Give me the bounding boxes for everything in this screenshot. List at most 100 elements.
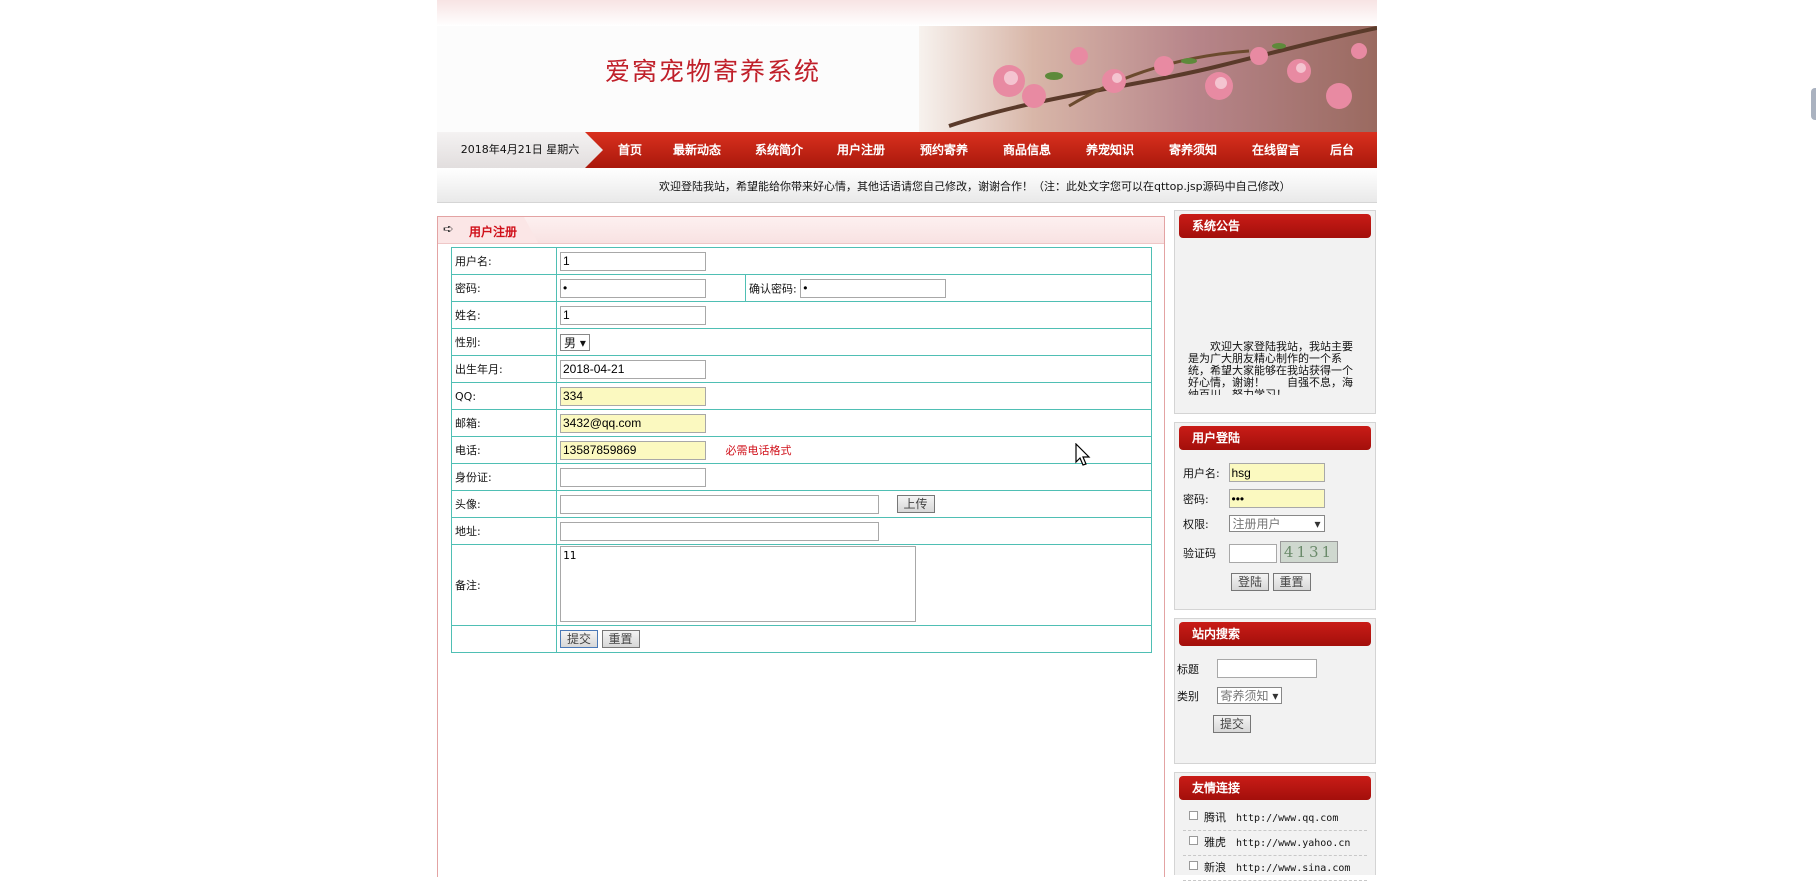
email-input[interactable] bbox=[560, 413, 706, 433]
link-url: http://www.sina.com bbox=[1236, 863, 1351, 874]
phone-hint: 必需电话格式 bbox=[725, 444, 792, 457]
remark-textarea[interactable]: 11 bbox=[560, 545, 916, 622]
welcome-bar: 欢迎登陆我站，希望能给你带来好心情，其他话语请您自己修改，谢谢合作！（注：此处文… bbox=[437, 168, 1377, 203]
address-input[interactable] bbox=[560, 521, 879, 541]
bullet-icon bbox=[1189, 836, 1198, 845]
link-name: 腾讯 bbox=[1204, 811, 1226, 824]
main-nav: 2018年4月21日 星期六 首页 最新动态 系统简介 用户注册 预约寄养 商品… bbox=[437, 132, 1377, 168]
qq-label: QQ: bbox=[451, 382, 557, 410]
register-panel: ➪ 用户注册 用户名: 密码: 确认密码: 姓名: 性别: bbox=[437, 216, 1165, 877]
top-strip bbox=[437, 0, 1377, 26]
link-url: http://www.qq.com bbox=[1236, 813, 1339, 824]
bullet-icon bbox=[1189, 811, 1198, 820]
search-title-row: 标题 bbox=[1177, 659, 1317, 678]
login-role-value: 注册用户 bbox=[1232, 517, 1281, 531]
login-code-label: 验证码 bbox=[1183, 547, 1216, 560]
nav-item-knowledge[interactable]: 养宠知识 bbox=[1069, 132, 1151, 168]
panel-header: ➪ 用户注册 bbox=[438, 217, 1164, 244]
gender-value: 男 bbox=[564, 335, 577, 350]
avatar-input[interactable] bbox=[560, 494, 879, 514]
flower-banner-image bbox=[919, 26, 1377, 132]
login-box: 用户登陆 用户名: 密码: 权限: 注册用户 ▾ 验证码 4131 登陆 重置 bbox=[1174, 422, 1376, 610]
search-submit-button[interactable]: 提交 bbox=[1213, 715, 1252, 733]
nav-item-news[interactable]: 最新动态 bbox=[655, 132, 739, 168]
nav-items: 首页 最新动态 系统简介 用户注册 预约寄养 商品信息 养宠知识 寄养须知 在线… bbox=[605, 132, 1367, 168]
nav-item-admin[interactable]: 后台 bbox=[1317, 132, 1367, 168]
row-password: 密码: 确认密码: bbox=[451, 274, 1152, 302]
login-pwd-label: 密码: bbox=[1183, 492, 1209, 506]
name-label: 姓名: bbox=[451, 301, 557, 329]
login-button[interactable]: 登陆 bbox=[1231, 573, 1270, 591]
row-avatar: 头像: 上传 bbox=[451, 490, 1152, 518]
notice-title: 系统公告 bbox=[1179, 214, 1371, 238]
row-birth: 出生年月: bbox=[451, 355, 1152, 383]
link-item[interactable]: 雅虎 http://www.yahoo.cn bbox=[1183, 831, 1367, 856]
password-label: 密码: bbox=[451, 274, 557, 302]
phone-input[interactable] bbox=[560, 440, 706, 460]
nav-item-guestbook[interactable]: 在线留言 bbox=[1235, 132, 1317, 168]
nav-item-home[interactable]: 首页 bbox=[605, 132, 655, 168]
links-list: 腾讯 http://www.qq.com 雅虎 http://www.yahoo.c… bbox=[1183, 806, 1367, 881]
search-title: 站内搜索 bbox=[1179, 622, 1371, 646]
login-title: 用户登陆 bbox=[1179, 426, 1371, 450]
link-item[interactable]: 新浪 http://www.sina.com bbox=[1183, 856, 1367, 881]
username-input[interactable] bbox=[560, 251, 706, 271]
captcha-input[interactable] bbox=[1228, 543, 1277, 563]
nav-item-about[interactable]: 系统简介 bbox=[739, 132, 819, 168]
search-title-input[interactable] bbox=[1216, 659, 1317, 678]
reset-button[interactable]: 重置 bbox=[601, 630, 640, 648]
login-pwd-input[interactable] bbox=[1228, 489, 1325, 508]
page: 爱窝宠物寄养系统 2018年4月21日 星期六 首页 最新动态 系统简介 用户注… bbox=[437, 0, 1377, 881]
nav-item-products[interactable]: 商品信息 bbox=[985, 132, 1069, 168]
submit-button[interactable]: 提交 bbox=[560, 630, 599, 648]
avatar-label: 头像: bbox=[451, 490, 557, 518]
banner: 爱窝宠物寄养系统 bbox=[437, 26, 1377, 132]
link-name: 雅虎 bbox=[1204, 836, 1226, 849]
nav-item-booking[interactable]: 预约寄养 bbox=[903, 132, 985, 168]
nav-item-register[interactable]: 用户注册 bbox=[819, 132, 903, 168]
welcome-text: 欢迎登陆我站，希望能给你带来好心情，其他话语请您自己修改，谢谢合作！（注：此处文… bbox=[659, 180, 1291, 193]
row-actions: 提交 重置 bbox=[451, 625, 1152, 653]
login-role-select[interactable]: 注册用户 ▾ bbox=[1228, 515, 1325, 532]
search-actions: 提交 bbox=[1213, 715, 1252, 733]
register-form-table: 用户名: 密码: 确认密码: 姓名: 性别: 男 ▾ bbox=[451, 247, 1152, 653]
address-label: 地址: bbox=[451, 517, 557, 545]
idcard-input[interactable] bbox=[560, 467, 706, 487]
arrow-right-icon: ➪ bbox=[443, 222, 454, 237]
login-actions: 登陆 重置 bbox=[1231, 573, 1311, 591]
login-role-label: 权限: bbox=[1183, 518, 1209, 531]
row-address: 地址: bbox=[451, 517, 1152, 545]
scroll-handle[interactable] bbox=[1811, 88, 1816, 120]
row-name: 姓名: bbox=[451, 301, 1152, 329]
remark-label: 备注: bbox=[451, 544, 557, 626]
search-type-row: 类别 寄养须知 ▾ bbox=[1177, 687, 1283, 704]
row-email: 邮箱: bbox=[451, 409, 1152, 437]
row-qq: QQ: bbox=[451, 382, 1152, 410]
captcha-image[interactable]: 4131 bbox=[1280, 541, 1338, 563]
login-user-row: 用户名: bbox=[1183, 463, 1325, 482]
row-username: 用户名: bbox=[451, 247, 1152, 275]
site-title: 爱窝宠物寄养系统 bbox=[605, 57, 822, 86]
search-type-select[interactable]: 寄养须知 ▾ bbox=[1216, 687, 1283, 704]
row-remark: 备注: 11 bbox=[451, 544, 1152, 626]
link-item[interactable]: 腾讯 http://www.qq.com bbox=[1183, 806, 1367, 831]
name-input[interactable] bbox=[560, 305, 706, 325]
login-user-input[interactable] bbox=[1228, 463, 1325, 482]
birth-input[interactable] bbox=[560, 359, 706, 379]
username-label: 用户名: bbox=[451, 247, 557, 275]
gender-label: 性别: bbox=[451, 328, 557, 356]
link-url: http://www.yahoo.cn bbox=[1236, 838, 1351, 849]
idcard-label: 身份证: bbox=[451, 463, 557, 491]
nav-item-notice[interactable]: 寄养须知 bbox=[1151, 132, 1235, 168]
chevron-down-icon: ▾ bbox=[1314, 517, 1321, 531]
upload-button[interactable]: 上传 bbox=[896, 495, 935, 513]
gender-select[interactable]: 男 ▾ bbox=[560, 333, 590, 351]
login-reset-button[interactable]: 重置 bbox=[1272, 573, 1311, 591]
qq-input[interactable] bbox=[560, 386, 706, 406]
links-title: 友情连接 bbox=[1179, 776, 1371, 800]
confirm-password-label: 确认密码: bbox=[749, 282, 797, 295]
password-input[interactable] bbox=[560, 278, 706, 298]
confirm-password-input[interactable] bbox=[800, 278, 947, 298]
login-code-row: 验证码 4131 bbox=[1183, 541, 1338, 563]
row-gender: 性别: 男 ▾ bbox=[451, 328, 1152, 356]
